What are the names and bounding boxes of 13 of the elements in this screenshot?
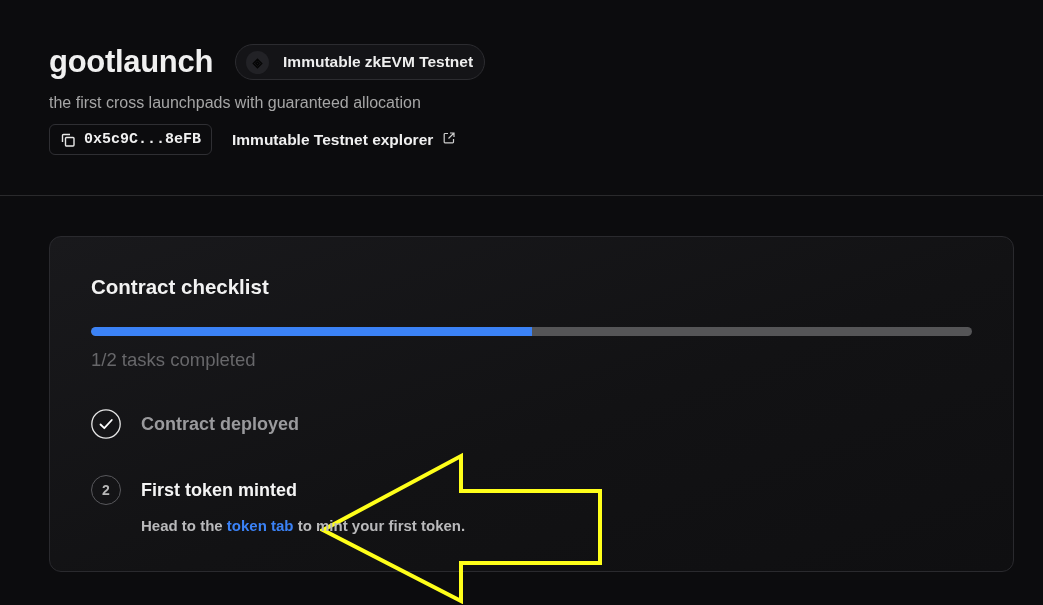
task-title: Contract deployed xyxy=(141,413,300,435)
external-link-icon xyxy=(443,131,456,144)
checklist-title: Contract checklist xyxy=(91,275,270,299)
copy-icon xyxy=(61,132,75,147)
network-name: Immutable zkEVM Testnet xyxy=(283,53,474,71)
copy-address-button[interactable]: 0x5c9C...8eFB xyxy=(49,124,213,155)
task-title: First token minted xyxy=(141,479,298,501)
project-title: gootlaunch xyxy=(49,43,214,81)
explorer-link[interactable]: Immutable Testnet explorer xyxy=(232,130,456,149)
progress-status: 1/2 tasks completed xyxy=(91,350,257,370)
project-tagline: the first cross launchpads with guaranteed allocation xyxy=(49,93,422,112)
token-tab-link[interactable]: token tab xyxy=(226,517,294,534)
network-logo-icon xyxy=(246,50,270,74)
